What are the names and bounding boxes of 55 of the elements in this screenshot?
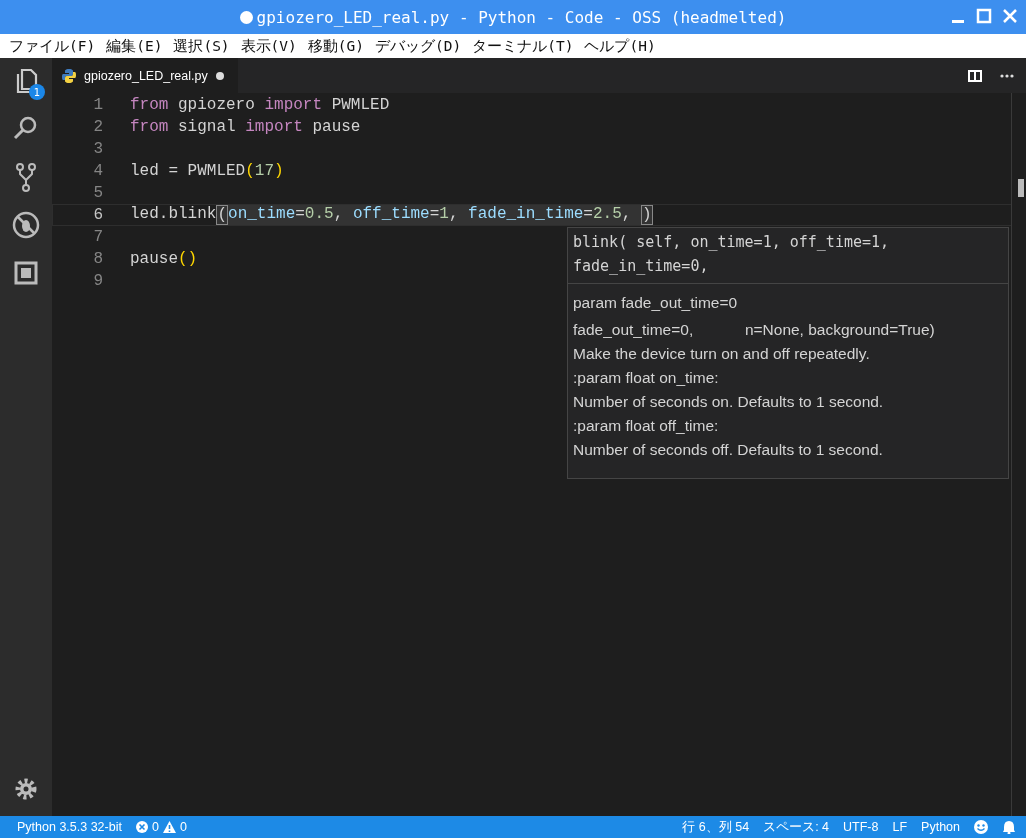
editor-tab[interactable]: gpiozero_LED_real.py: [52, 58, 238, 93]
line-number: 4: [92, 162, 104, 180]
menu-item[interactable]: ターミナル(T): [471, 36, 575, 56]
menu-item[interactable]: 移動(G): [306, 36, 365, 56]
line-number: 9: [92, 272, 104, 290]
doc-text: Make the device turn on and off repeatedly.: [573, 344, 871, 364]
more-icon[interactable]: [1000, 73, 1014, 78]
problems-item[interactable]: 0 0: [135, 820, 187, 834]
warning-icon: [162, 821, 176, 833]
error-count: 0: [151, 820, 159, 834]
close-icon[interactable]: [1002, 8, 1018, 24]
menu-item[interactable]: ファイル(F): [8, 36, 97, 56]
parameter-text: param fade_out_time=0: [572, 293, 739, 313]
cursor-marker: [1018, 179, 1024, 197]
doc-text: :param float on_time:: [573, 368, 720, 388]
language-item[interactable]: Python: [921, 820, 960, 834]
line-number: 3: [92, 140, 104, 158]
doc-text: Number of seconds off. Defaults to 1 second.: [573, 440, 884, 460]
menu-item[interactable]: 選択(S): [172, 36, 231, 56]
bell-icon[interactable]: [1002, 820, 1016, 834]
doc-text: fade_out_time=0, n=None, background=True): [573, 320, 936, 340]
interpreter-item[interactable]: Python 3.5.3 32-bit: [17, 820, 122, 834]
explorer-button[interactable]: 1: [9, 64, 43, 98]
code-line: led.blink(on_time=0.5, off_time=1, fade_in_time=2.5, ): [130, 205, 653, 225]
indentation-item[interactable]: スペース: 4: [763, 818, 830, 836]
cursor-position[interactable]: 行 6、列 54: [682, 818, 750, 836]
code-line: from signal import pause: [130, 118, 361, 136]
menu-item[interactable]: デバッグ(D): [374, 36, 463, 56]
code-line: led = PWMLED(17): [130, 162, 284, 180]
line-number: 2: [92, 118, 104, 136]
smiley-icon[interactable]: [974, 820, 988, 834]
line-number: 8: [92, 250, 104, 268]
signature-text: fade_in_time=0,: [573, 256, 710, 277]
code-line: pause(): [130, 250, 198, 268]
doc-text: Number of seconds on. Defaults to 1 second.: [573, 392, 885, 412]
menu-item[interactable]: 編集(E): [105, 36, 164, 56]
python-logo-icon: [62, 68, 76, 83]
warning-count: 0: [179, 820, 187, 834]
line-number: 6: [92, 206, 104, 224]
menu-item[interactable]: ヘルプ(H): [583, 36, 657, 56]
doc-text: :param float off_time:: [573, 416, 720, 436]
code-line: from gpiozero import PWMLED: [130, 96, 390, 114]
line-ending-item[interactable]: LF: [892, 820, 908, 834]
line-number: 7: [92, 228, 104, 246]
files-icon: [14, 68, 38, 94]
split-editor-icon[interactable]: [968, 69, 982, 82]
window-title: gpiozero_LED_real.py - Python - Code - OSS (headmelted): [256, 7, 787, 27]
line-number: 5: [92, 184, 104, 202]
menu-item[interactable]: 表示(V): [239, 36, 298, 56]
maximize-icon[interactable]: [976, 8, 992, 24]
signature-text: blink( self, on_time=1, off_time=1,: [573, 232, 891, 253]
encoding-item[interactable]: UTF-8: [843, 820, 879, 834]
error-icon: [135, 821, 148, 833]
line-number: 1: [92, 96, 104, 114]
notification-badge: 1: [29, 84, 45, 100]
